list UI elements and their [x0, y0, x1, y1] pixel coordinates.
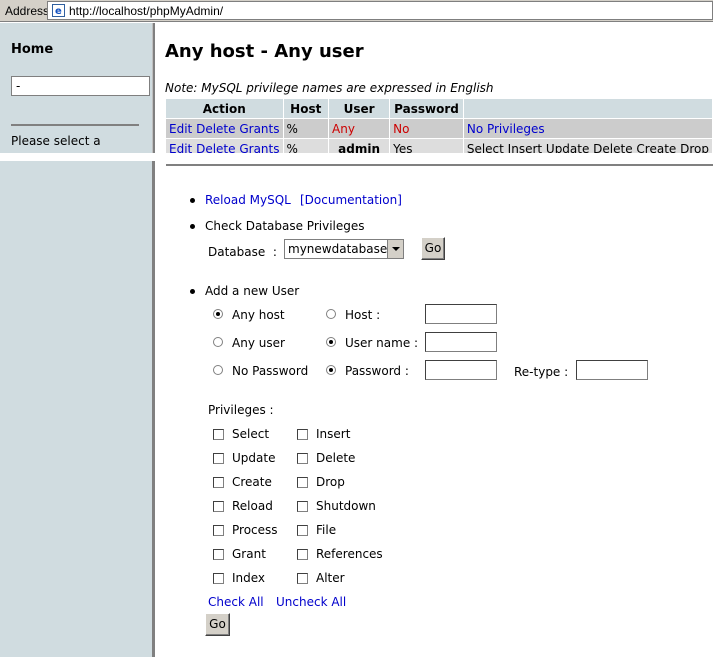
- any-host-radio[interactable]: [213, 309, 223, 319]
- index-checkbox[interactable]: [213, 573, 224, 584]
- edit-link[interactable]: Edit: [169, 122, 192, 136]
- reload-mysql-link[interactable]: Reload MySQL: [205, 193, 291, 207]
- references-label: References: [316, 547, 383, 561]
- retype-password-input[interactable]: [576, 360, 648, 380]
- alter-checkbox[interactable]: [297, 573, 308, 584]
- update-label: Update: [232, 451, 276, 465]
- frame-splitter-lower: [152, 161, 155, 657]
- shutdown-checkbox[interactable]: [297, 501, 308, 512]
- check-db-go-button[interactable]: Go: [421, 237, 445, 260]
- process-checkbox[interactable]: [213, 525, 224, 536]
- bullet: [190, 224, 195, 229]
- retype-label: Re-type :: [514, 365, 569, 379]
- page-title: Any host - Any user: [165, 41, 364, 62]
- table-row: Edit Delete Grants % admin Yes Select In…: [166, 139, 712, 153]
- table-row: Edit Delete Grants % Any No No Privilege…: [166, 119, 712, 138]
- drop-checkbox[interactable]: [297, 477, 308, 488]
- reload-checkbox[interactable]: [213, 501, 224, 512]
- username-input[interactable]: [425, 332, 497, 352]
- drop-label: Drop: [316, 475, 345, 489]
- file-label: File: [316, 523, 337, 537]
- host-cell: %: [283, 119, 328, 138]
- th-privileges: [463, 99, 712, 118]
- host-label: Host :: [345, 308, 381, 322]
- user-cell: admin: [329, 139, 390, 153]
- references-checkbox[interactable]: [297, 549, 308, 560]
- privileges-table: Action Host User Password Edit Delete Gr…: [165, 98, 713, 153]
- privileges-cell[interactable]: No Privileges: [463, 119, 712, 138]
- action-cell: Edit Delete Grants: [166, 119, 283, 138]
- process-label: Process: [232, 523, 278, 537]
- username-radio[interactable]: [326, 337, 336, 347]
- select-checkbox[interactable]: [213, 429, 224, 440]
- left-divider: [11, 124, 139, 126]
- frame-gap: [0, 153, 713, 161]
- password-cell: No: [390, 119, 463, 138]
- bullet: [190, 289, 195, 294]
- th-user: User: [329, 99, 390, 118]
- delete-link[interactable]: Delete: [196, 142, 235, 154]
- add-user-label: Add a new User: [205, 284, 300, 298]
- th-host: Host: [283, 99, 328, 118]
- delete-label: Delete: [316, 451, 356, 465]
- delete-link[interactable]: Delete: [196, 122, 235, 136]
- password-radio[interactable]: [326, 365, 336, 375]
- grant-label: Grant: [232, 547, 266, 561]
- create-checkbox[interactable]: [213, 477, 224, 488]
- grants-link[interactable]: Grants: [239, 122, 279, 136]
- any-user-label: Any user: [232, 336, 285, 350]
- section-divider: [166, 164, 713, 166]
- create-label: Create: [232, 475, 272, 489]
- grant-checkbox[interactable]: [213, 549, 224, 560]
- address-label: Address: [5, 4, 50, 18]
- home-link[interactable]: Home: [11, 42, 53, 57]
- database-dropdown[interactable]: mynewdatabase: [284, 239, 404, 259]
- host-input[interactable]: [425, 304, 497, 324]
- database-select[interactable]: -: [11, 76, 150, 96]
- privileges-cell: Select Insert Update Delete Create Drop: [463, 139, 712, 153]
- no-password-label: No Password: [232, 364, 309, 378]
- alter-label: Alter: [316, 571, 345, 585]
- host-cell: %: [283, 139, 328, 153]
- add-user-go-button[interactable]: Go: [205, 613, 230, 636]
- update-checkbox[interactable]: [213, 453, 224, 464]
- database-label: Database :: [208, 245, 277, 259]
- documentation-link[interactable]: [Documentation]: [300, 193, 402, 207]
- username-label: User name :: [345, 336, 419, 350]
- user-cell: Any: [329, 119, 390, 138]
- check-db-privileges-label: Check Database Privileges: [205, 219, 365, 233]
- index-label: Index: [232, 571, 266, 585]
- top-scroll-region: Any host - Any user Note: MySQL privileg…: [163, 0, 713, 153]
- bullet: [190, 198, 195, 203]
- privilege-note: Note: MySQL privilege names are expresse…: [165, 81, 494, 95]
- privileges-label: Privileges :: [208, 403, 274, 417]
- file-checkbox[interactable]: [297, 525, 308, 536]
- any-host-label: Any host: [232, 308, 285, 322]
- shutdown-label: Shutdown: [316, 499, 376, 513]
- left-frame-lower: [0, 161, 152, 657]
- svg-text:e: e: [55, 6, 62, 17]
- password-cell: Yes: [390, 139, 463, 153]
- uncheck-all-link[interactable]: Uncheck All: [276, 595, 346, 609]
- no-password-radio[interactable]: [213, 365, 223, 375]
- check-all-link[interactable]: Check All: [208, 595, 264, 609]
- insert-checkbox[interactable]: [297, 429, 308, 440]
- edit-link[interactable]: Edit: [169, 142, 192, 154]
- insert-label: Insert: [316, 427, 351, 441]
- host-radio[interactable]: [326, 309, 336, 319]
- grants-link[interactable]: Grants: [239, 142, 279, 154]
- database-dropdown-value: mynewdatabase: [288, 242, 388, 256]
- password-label: Password :: [345, 364, 409, 378]
- action-cell: Edit Delete Grants: [166, 139, 283, 153]
- password-input[interactable]: [425, 360, 497, 380]
- any-user-radio[interactable]: [213, 337, 223, 347]
- select-hint: Please select a: [11, 134, 101, 148]
- select-label: Select: [232, 427, 270, 441]
- delete-checkbox[interactable]: [297, 453, 308, 464]
- th-password: Password: [390, 99, 463, 118]
- reload-label: Reload: [232, 499, 273, 513]
- th-action: Action: [166, 99, 283, 118]
- ie-page-icon: e: [52, 4, 65, 17]
- chevron-down-icon[interactable]: [387, 240, 403, 258]
